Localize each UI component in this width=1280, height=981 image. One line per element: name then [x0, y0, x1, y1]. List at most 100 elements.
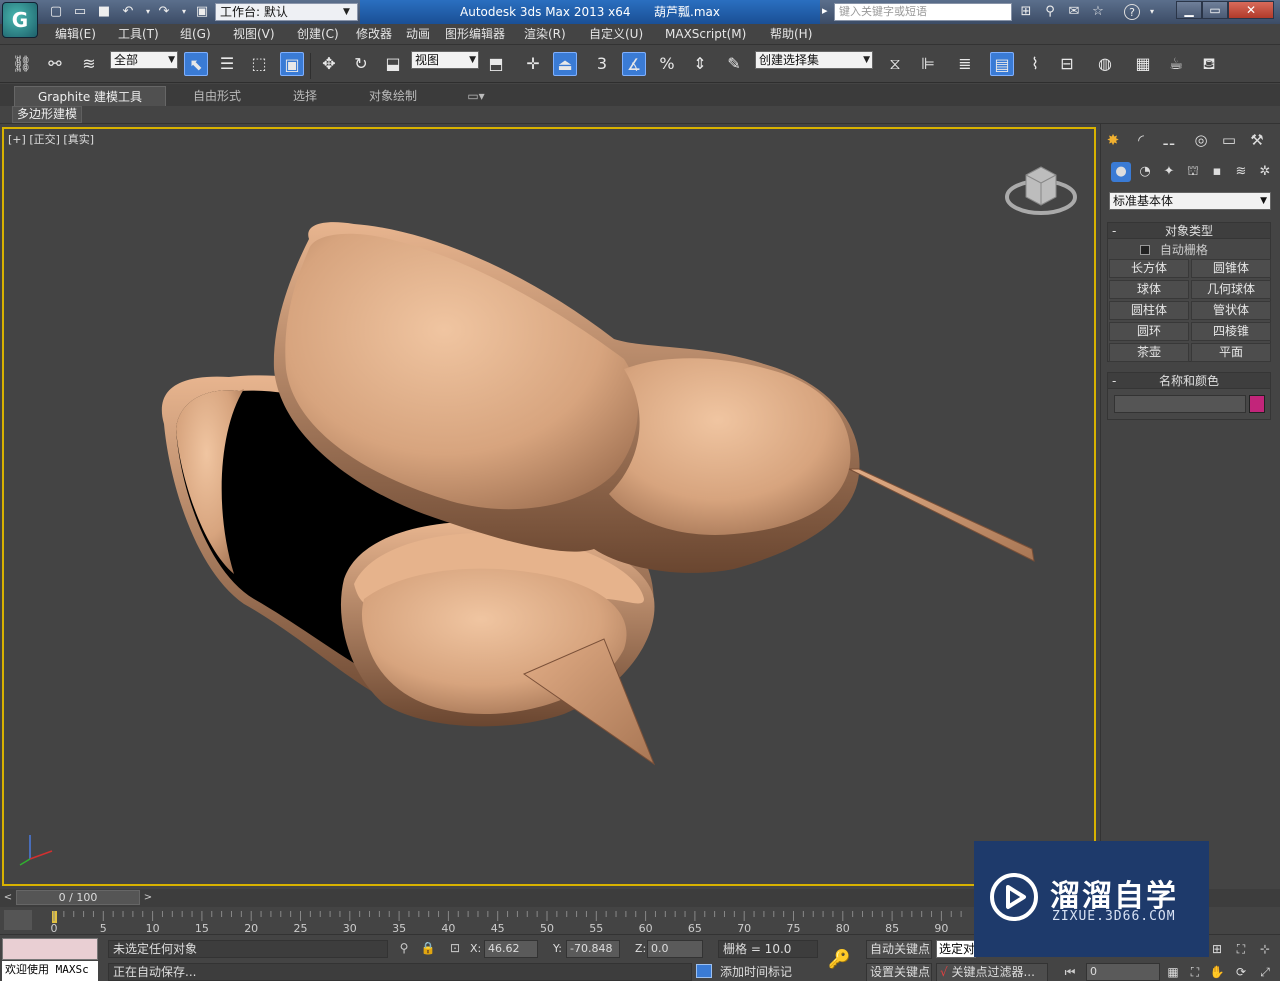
ribbon-options-icon[interactable]: ▭▾ [462, 86, 490, 106]
menu-views[interactable]: 视图(V) [233, 26, 275, 43]
space-warps-icon[interactable]: ≋ [1231, 162, 1251, 182]
named-selection-select[interactable]: 创建选择集 ▼ [755, 51, 873, 69]
viewcube[interactable] [1004, 157, 1078, 224]
undo-dropdown-icon[interactable]: ▾ [140, 4, 156, 20]
z-coord-field[interactable]: 0.0 [647, 940, 703, 958]
pan-view-icon[interactable]: ✋ [1208, 963, 1226, 981]
time-slider-thumb[interactable]: 0 / 100 [16, 890, 140, 905]
next-frame-icon[interactable]: > [140, 890, 156, 905]
perspective-viewport[interactable]: [+] [正交] [真实] [2, 127, 1096, 886]
systems-icon[interactable]: ✲ [1255, 162, 1275, 182]
undo-icon[interactable]: ↶ [120, 4, 136, 20]
create-sphere-button[interactable]: 球体 [1109, 280, 1189, 299]
polygon-modeling-panel[interactable]: 多边形建模 [12, 106, 83, 123]
link-icon[interactable]: ⛓ [10, 52, 34, 76]
viewport-label[interactable]: [+] [正交] [真实] [8, 131, 94, 147]
modify-tab-icon[interactable]: ◜ [1129, 128, 1153, 152]
search-input[interactable]: 键入关键字或短语 [834, 3, 1012, 21]
select-move-icon[interactable]: ✥ [317, 52, 341, 76]
curve-editor-icon[interactable]: ⌇ [1023, 52, 1047, 76]
geometry-icon[interactable]: ● [1111, 162, 1131, 182]
select-scale-icon[interactable]: ⬓ [381, 52, 405, 76]
isolate-selection-icon[interactable]: ⚲ [396, 940, 412, 956]
y-coord-field[interactable]: -70.848 [566, 940, 620, 958]
menu-maxscript[interactable]: MAXScript(M) [665, 26, 746, 43]
object-name-input[interactable] [1114, 395, 1246, 413]
collapse-icon[interactable]: - [1112, 223, 1116, 239]
menu-graph-editors[interactable]: 图形编辑器 [445, 26, 505, 43]
tab-freeform[interactable]: 自由形式 [180, 86, 254, 106]
create-cylinder-button[interactable]: 圆柱体 [1109, 301, 1189, 320]
create-pyramid-button[interactable]: 四棱锥 [1191, 322, 1271, 341]
lights-icon[interactable]: ✦ [1159, 162, 1179, 182]
collapse-icon[interactable]: - [1112, 373, 1116, 389]
keyboard-shortcut-override-icon[interactable]: ⏏ [553, 52, 577, 76]
key-selection-dropdown[interactable]: 选定对 [936, 940, 976, 958]
pivot-center-icon[interactable]: ⬒ [484, 52, 508, 76]
maxscript-welcome-text[interactable]: 欢迎使用 MAXSc [2, 961, 98, 981]
object-type-header[interactable]: - 对象类型 [1108, 223, 1270, 239]
hierarchy-tab-icon[interactable]: ⚋ [1157, 128, 1181, 152]
name-color-header[interactable]: - 名称和颜色 [1108, 373, 1270, 389]
favorites-star-icon[interactable]: ☆ [1090, 4, 1106, 20]
cameras-icon[interactable]: ⛫ [1183, 162, 1203, 182]
bind-space-warp-icon[interactable]: ≋ [77, 52, 101, 76]
subscription-icon[interactable]: ⚲ [1042, 4, 1058, 20]
reference-coordinate-select[interactable]: 视图 ▼ [411, 51, 479, 69]
menu-help[interactable]: 帮助(H) [770, 26, 812, 43]
select-by-name-icon[interactable]: ☰ [215, 52, 239, 76]
tab-object-paint[interactable]: 对象绘制 [360, 86, 426, 106]
scene-explorer-icon[interactable]: ▤ [990, 52, 1014, 76]
autogrid-checkbox[interactable]: 自动栅格 [1140, 241, 1208, 258]
key-filters-button[interactable]: √ 关键点过滤器... [936, 963, 1048, 981]
mirror-icon[interactable]: ⧖ [883, 52, 907, 76]
layer-manager-icon[interactable]: ≣ [953, 52, 977, 76]
communication-icon[interactable]: ✉ [1066, 4, 1082, 20]
help-dropdown-icon[interactable]: ▾ [1144, 4, 1160, 20]
maxscript-listener-input[interactable] [2, 938, 98, 960]
close-button[interactable]: ✕ [1228, 1, 1274, 19]
orbit-icon[interactable]: ⊹ [1256, 940, 1274, 958]
project-folder-icon[interactable]: ▣ [194, 4, 210, 20]
go-to-start-icon[interactable]: ⏮ [1062, 964, 1078, 980]
maximize-button[interactable]: ▭ [1202, 1, 1228, 19]
percent-snap-icon[interactable]: % [655, 52, 679, 76]
render-production-icon[interactable]: ⛾ [1197, 52, 1221, 76]
open-file-icon[interactable]: ▭ [72, 4, 88, 20]
new-file-icon[interactable]: ▢ [48, 4, 64, 20]
tab-graphite-modeling[interactable]: Graphite 建模工具 [14, 86, 166, 106]
viewport-menu-label[interactable]: [+] [8, 133, 26, 146]
time-config-icon[interactable]: ▦ [1164, 963, 1182, 981]
menu-edit[interactable]: 编辑(E) [55, 26, 96, 43]
create-torus-button[interactable]: 圆环 [1109, 322, 1189, 341]
binoculars-icon[interactable]: ⊞ [1018, 4, 1034, 20]
auto-key-button[interactable]: 自动关键点 [866, 940, 932, 959]
create-geosphere-button[interactable]: 几何球体 [1191, 280, 1271, 299]
select-rotate-icon[interactable]: ↻ [349, 52, 373, 76]
create-plane-button[interactable]: 平面 [1191, 343, 1271, 362]
shapes-icon[interactable]: ◔ [1135, 162, 1155, 182]
align-icon[interactable]: ⊫ [916, 52, 940, 76]
previous-frame-icon[interactable]: < [0, 890, 16, 905]
current-frame-field[interactable]: 0 [1086, 963, 1160, 981]
redo-dropdown-icon[interactable]: ▾ [176, 4, 192, 20]
set-key-icon[interactable]: 🔑 [828, 949, 850, 970]
helpers-icon[interactable]: ▪ [1207, 162, 1227, 182]
motion-tab-icon[interactable]: ◎ [1189, 128, 1213, 152]
info-center-expand-icon[interactable]: ▸ [822, 4, 828, 17]
create-tab-icon[interactable]: ✸ [1101, 128, 1125, 152]
menu-modifiers[interactable]: 修改器 [356, 26, 392, 43]
render-frame-icon[interactable]: ☕ [1164, 52, 1188, 76]
window-crossing-icon[interactable]: ▣ [280, 52, 304, 76]
rectangular-selection-icon[interactable]: ⬚ [247, 52, 271, 76]
redo-icon[interactable]: ↷ [156, 4, 172, 20]
object-color-swatch[interactable] [1249, 395, 1265, 413]
create-cone-button[interactable]: 圆锥体 [1191, 259, 1271, 278]
zoom-extents-all-icon[interactable]: ⊞ [1208, 940, 1226, 958]
absolute-mode-icon[interactable]: ⊡ [447, 940, 463, 956]
menu-create[interactable]: 创建(C) [297, 26, 339, 43]
menu-customize[interactable]: 自定义(U) [589, 26, 643, 43]
unlink-icon[interactable]: ⚯ [43, 52, 67, 76]
utilities-tab-icon[interactable]: ⚒ [1245, 128, 1269, 152]
viewport-shading-label[interactable]: [真实] [63, 133, 94, 146]
